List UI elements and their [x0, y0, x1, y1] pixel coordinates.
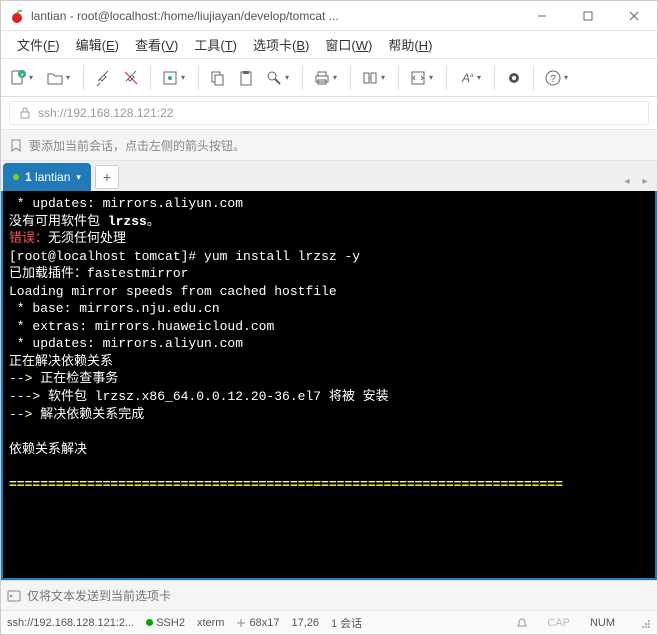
transfer-button[interactable]: ▾ [357, 63, 392, 93]
copy-button[interactable] [205, 63, 231, 93]
status-dot-icon [13, 174, 19, 180]
script-button[interactable]: ▾ [405, 63, 440, 93]
encoding-icon: Aa [456, 68, 476, 88]
properties-icon [160, 68, 180, 88]
title-bar: lantian - root@localhost:/home/liujiayan… [1, 1, 657, 31]
paste-button[interactable] [233, 63, 259, 93]
new-file-icon: + [8, 68, 28, 88]
terminal-icon [7, 589, 21, 603]
dot-icon [146, 619, 153, 626]
unplug-icon [121, 68, 141, 88]
svg-text:A: A [461, 71, 470, 85]
menu-option[interactable]: 选项卡(B) [245, 31, 317, 58]
search-icon [264, 68, 284, 88]
script-icon [408, 68, 428, 88]
dropdown-arrow-icon: ▾ [29, 73, 37, 82]
gear-icon [504, 68, 524, 88]
dropdown-arrow-icon: ▾ [564, 73, 572, 82]
chevron-down-icon: ▾ [76, 172, 81, 183]
hint-text: 要添加当前会话，点击左侧的箭头按钮。 [29, 137, 245, 154]
find-button[interactable]: ▾ [261, 63, 296, 93]
paste-icon [236, 68, 256, 88]
print-button[interactable]: ▾ [309, 63, 344, 93]
dropdown-arrow-icon: ▾ [381, 73, 389, 82]
status-bell [517, 617, 527, 629]
open-button[interactable]: ▾ [42, 63, 77, 93]
dropdown-arrow-icon: ▾ [66, 73, 74, 82]
new-session-button[interactable]: +▾ [5, 63, 40, 93]
menu-view[interactable]: 查看(V) [127, 31, 186, 58]
plug-icon [93, 68, 113, 88]
dropdown-arrow-icon: ▾ [333, 73, 341, 82]
help-icon: ? [543, 68, 563, 88]
status-host: ssh://192.168.128.121:2... [7, 617, 134, 629]
tab-next-button[interactable]: ▸ [637, 171, 653, 191]
status-pos: 17,26 [291, 617, 319, 629]
folder-icon [45, 68, 65, 88]
menu-window[interactable]: 窗口(W) [317, 31, 380, 58]
disconnect-button[interactable] [118, 63, 144, 93]
copy-icon [208, 68, 228, 88]
tab-bar: 1 lantian ▾ + ◂ ▸ [1, 161, 657, 191]
dropdown-arrow-icon: ▾ [429, 73, 437, 82]
dropdown-arrow-icon: ▾ [285, 73, 293, 82]
hint-bar: 要添加当前会话，点击左侧的箭头按钮。 [1, 129, 657, 161]
maximize-button[interactable] [565, 1, 611, 31]
app-icon [9, 8, 25, 24]
menu-help[interactable]: 帮助(H) [380, 31, 440, 58]
address-text: ssh://192.168.128.121:22 [38, 106, 173, 120]
properties-button[interactable]: ▾ [157, 63, 192, 93]
resize-grip-icon[interactable] [639, 617, 651, 629]
help-button[interactable]: ?▾ [540, 63, 575, 93]
toolbar: +▾ ▾ ▾ ▾ ▾ ▾ ▾ Aa▾ ?▾ [1, 59, 657, 97]
transfer-icon [360, 68, 380, 88]
bookmark-icon[interactable] [9, 138, 23, 152]
bell-icon [517, 618, 527, 628]
status-num: NUM [590, 617, 615, 629]
window-title: lantian - root@localhost:/home/liujiayan… [31, 9, 519, 23]
menu-edit[interactable]: 编辑(E) [68, 31, 127, 58]
status-cap: CAP [547, 617, 570, 629]
svg-text:a: a [470, 73, 474, 79]
settings-button[interactable] [501, 63, 527, 93]
reconnect-button[interactable] [90, 63, 116, 93]
address-bar: ssh://192.168.128.121:22 [1, 97, 657, 129]
minimize-button[interactable] [519, 1, 565, 31]
tab-add-button[interactable]: + [95, 165, 119, 189]
close-button[interactable] [611, 1, 657, 31]
address-field[interactable]: ssh://192.168.128.121:22 [9, 101, 649, 125]
resize-icon [236, 618, 246, 628]
status-term: xterm [197, 617, 225, 629]
dropdown-arrow-icon: ▾ [181, 73, 189, 82]
tab-lantian[interactable]: 1 lantian ▾ [3, 163, 91, 191]
terminal[interactable]: * updates: mirrors.aliyun.com 没有可用软件包 lr… [1, 191, 657, 580]
menu-tools[interactable]: 工具(T) [186, 31, 245, 58]
status-session: 1 会话 [331, 615, 362, 631]
menu-file[interactable]: 文件(F) [9, 31, 68, 58]
encoding-button[interactable]: Aa▾ [453, 63, 488, 93]
menu-bar: 文件(F) 编辑(E) 查看(V) 工具(T) 选项卡(B) 窗口(W) 帮助(… [1, 31, 657, 59]
svg-text:?: ? [550, 74, 556, 85]
dropdown-arrow-icon: ▾ [477, 73, 485, 82]
print-icon [312, 68, 332, 88]
window-controls [519, 1, 657, 31]
tab-prev-button[interactable]: ◂ [619, 171, 635, 191]
status-bar: ssh://192.168.128.121:2... SSH2 xterm 68… [1, 610, 657, 634]
send-input[interactable] [27, 589, 651, 603]
status-ssh: SSH2 [146, 617, 185, 629]
lock-icon [18, 106, 32, 120]
send-input-bar [1, 580, 657, 610]
status-size: 68x17 [236, 617, 279, 629]
svg-text:+: + [20, 72, 24, 79]
